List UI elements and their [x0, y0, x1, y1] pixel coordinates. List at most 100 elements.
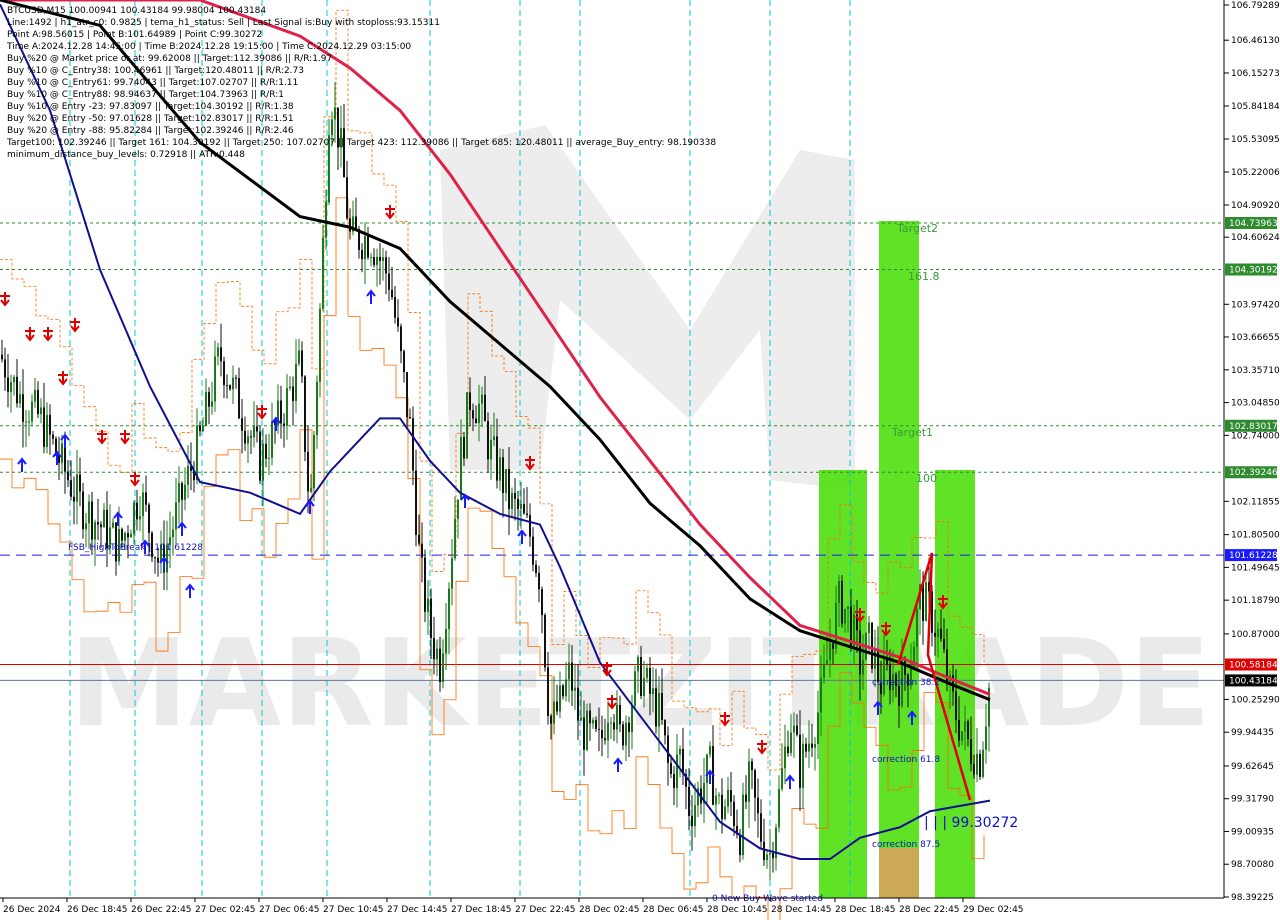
candle-body [40, 407, 42, 414]
candle-body [550, 715, 552, 724]
candle-body [478, 403, 480, 423]
candle-body [322, 237, 324, 309]
price-tick-label: 104.90920 [1231, 201, 1280, 211]
candle-body [838, 580, 840, 603]
candle-body [970, 739, 972, 764]
candle-body [445, 628, 447, 654]
candle-body [739, 834, 741, 856]
candle-body [754, 770, 756, 798]
candle-body [565, 679, 567, 697]
candle-body [70, 480, 72, 497]
candle-body [484, 394, 486, 422]
candle-body [691, 815, 693, 827]
time-axis: 26 Dec 2024 26 Dec 18:45 26 Dec 22:45 27 De… [0, 897, 1224, 915]
candle-body [442, 653, 444, 683]
candle-body [499, 457, 501, 481]
price-tag: 100.43184 [1229, 676, 1278, 686]
candle-body [826, 660, 828, 665]
candle-body [313, 435, 315, 489]
candle-body [196, 425, 198, 481]
candle-body [562, 685, 564, 697]
info-line: minimum_distance_buy_levels: 0.72918 || … [7, 150, 245, 160]
candle-body [724, 806, 726, 820]
candle-body [511, 492, 513, 509]
info-line: Buy %20 @ Entry -50: 97.01628 || Target:… [7, 114, 294, 124]
candle-body [742, 794, 744, 856]
candle-body [112, 522, 114, 528]
time-tick-label: 26 Dec 2024 [3, 905, 61, 915]
candle-body [886, 659, 888, 665]
info-line: BTCUSD,M15 100.00941 100.43184 99.98004 … [7, 6, 266, 16]
candle-body [415, 470, 417, 535]
candle-body [430, 598, 432, 639]
candle-body [154, 557, 156, 559]
candle-body [568, 662, 570, 680]
candle-body [88, 501, 90, 524]
time-tick-label: 28 Dec 18:45 [835, 905, 896, 915]
candle-body [16, 376, 18, 404]
candle-body [796, 725, 798, 735]
candle-body [649, 667, 651, 694]
price-tick-label: 100.87000 [1231, 630, 1280, 640]
candle-body [547, 667, 549, 716]
candle-body [508, 469, 510, 509]
candle-body [181, 483, 183, 500]
candle-body [535, 564, 537, 573]
fsb-label: FSB_HighToBreak | 101.61228 [68, 543, 203, 553]
candle-body [418, 534, 420, 544]
price-tick-label: 101.49645 [1231, 563, 1280, 573]
candle-body [124, 533, 126, 541]
candle-body [61, 443, 63, 463]
price-chart[interactable]: MARKETZITRADE Target2 161.8 Target1 100 … [0, 0, 1280, 920]
candle-body [904, 660, 906, 675]
candle-body [247, 436, 249, 444]
candle-body [940, 628, 942, 639]
candle-body [136, 502, 138, 520]
candle-body [574, 687, 576, 691]
candle-body [433, 638, 435, 660]
candle-body [52, 434, 54, 439]
candle-body [811, 743, 813, 748]
candle-body [262, 443, 264, 481]
candle-body [862, 659, 864, 675]
candle-body [451, 558, 453, 589]
candle-body [184, 484, 186, 500]
candle-body [208, 392, 210, 407]
candle-body [727, 789, 729, 807]
candle-body [817, 712, 819, 744]
candle-body [427, 598, 429, 612]
candle-body [694, 805, 696, 827]
candle-body [604, 738, 606, 741]
time-tick-label: 27 Dec 14:45 [387, 905, 448, 915]
candle-body [175, 502, 177, 530]
candle-body [421, 543, 423, 558]
candle-body [379, 256, 381, 261]
candle-body [127, 533, 129, 538]
candle-body [721, 794, 723, 820]
candle-body [610, 722, 612, 724]
correction-87-label: correction 87.5 [872, 840, 940, 850]
price-tick-label: 105.84184 [1231, 102, 1280, 112]
price-tick-label: 103.35710 [1231, 366, 1280, 376]
candle-body [814, 743, 816, 748]
candle-body [967, 721, 969, 740]
candle-body [466, 392, 468, 459]
candle-body [745, 794, 747, 802]
price-tick-label: 104.60624 [1231, 233, 1280, 243]
candle-body [709, 746, 711, 755]
candle-body [799, 734, 801, 788]
correction-38-label: correction 38.2 [872, 678, 940, 688]
candle-body [619, 704, 621, 725]
candle-body [763, 841, 765, 861]
candle-body [139, 516, 141, 520]
fib161-label: 161.8 [908, 270, 940, 283]
time-ticks: 26 Dec 2024 26 Dec 18:45 26 Dec 22:45 27 De… [2, 898, 1024, 915]
candle-body [400, 326, 402, 352]
candle-body [316, 381, 318, 436]
candle-body [211, 401, 213, 407]
candle-body [934, 632, 936, 637]
candle-body [652, 688, 654, 694]
candle-body [472, 410, 474, 419]
price-tick-label: 98.39225 [1231, 893, 1274, 903]
candle-body [334, 107, 336, 120]
